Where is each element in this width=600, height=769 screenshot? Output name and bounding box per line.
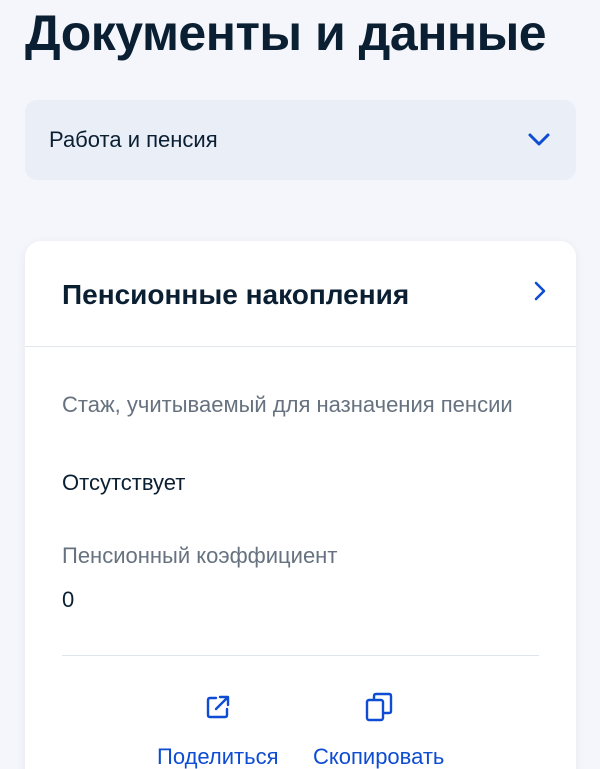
- chevron-right-icon: [529, 279, 551, 303]
- field-value-coefficient: 0: [62, 587, 75, 612]
- chevron-down-icon: [526, 127, 552, 153]
- share-button-label: Поделиться: [157, 744, 279, 769]
- divider: [62, 655, 539, 656]
- page: Документы и данные Работа и пенсия Пенси…: [0, 0, 600, 769]
- copy-button[interactable]: Скопировать: [313, 691, 444, 769]
- share-icon: [202, 691, 234, 723]
- page-title: Документы и данные: [25, 5, 547, 61]
- copy-button-label: Скопировать: [313, 744, 445, 769]
- share-button[interactable]: Поделиться: [157, 691, 278, 769]
- copy-icon: [363, 691, 395, 723]
- field-value-experience: Отсутствует: [62, 470, 186, 495]
- field-label-experience: Стаж, учитываемый для назначения пенсии: [62, 392, 513, 417]
- category-select[interactable]: Работа и пенсия: [25, 100, 576, 180]
- pension-savings-card: Пенсионные накопления Стаж, учитываемый …: [25, 241, 576, 769]
- category-select-value: Работа и пенсия: [49, 127, 218, 152]
- card-header-link[interactable]: Пенсионные накопления: [25, 241, 576, 347]
- card-title: Пенсионные накопления: [62, 279, 410, 310]
- field-label-coefficient: Пенсионный коэффициент: [62, 543, 338, 568]
